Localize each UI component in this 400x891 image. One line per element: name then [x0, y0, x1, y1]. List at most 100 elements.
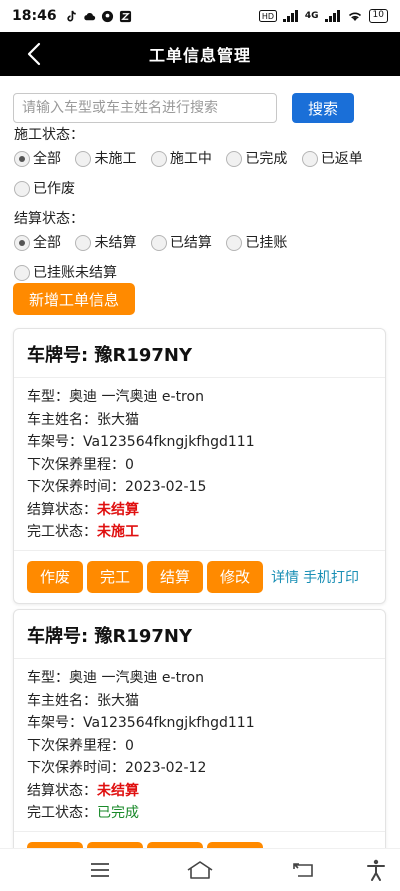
info-label: 结算状态： — [27, 501, 97, 518]
cloud-icon — [83, 12, 95, 20]
info-label: 车型： — [27, 389, 69, 405]
info-value: Va123564fkngjkfhgd111 — [83, 434, 255, 450]
radio-unchecked-icon — [301, 151, 318, 167]
page-title: 工单信息管理 — [148, 46, 251, 65]
card-actions: 作废 完工 结算 修改 详情 手机打印 — [14, 549, 385, 603]
info-label: 车架号： — [27, 715, 83, 731]
info-label: 下次保养时间： — [27, 760, 125, 776]
signal-icon — [324, 10, 340, 22]
info-value: Va123564fkngjkfhgd111 — [83, 715, 255, 731]
radio-unchecked-icon — [150, 235, 167, 251]
detail-link[interactable]: 详情 — [271, 567, 299, 587]
battery-icon: 10 — [368, 9, 388, 23]
status-badge: 未结算 — [97, 782, 139, 799]
radio-label: 已返单 — [320, 151, 363, 167]
radio-unchecked-icon — [75, 151, 92, 167]
radio-unchecked-icon — [14, 181, 30, 197]
notification-icons — [65, 10, 132, 23]
info-label: 车架号： — [27, 434, 83, 450]
back-button[interactable] — [20, 40, 48, 68]
info-label: 完工状态： — [27, 805, 97, 821]
search-bar: 搜索 — [13, 93, 389, 123]
construction-radio-completed[interactable]: 已完成 — [226, 146, 287, 172]
void-button[interactable]: 作废 — [27, 560, 84, 593]
settlement-radio-unsettled[interactable]: 未结算 — [75, 230, 136, 256]
radio-unchecked-icon — [14, 265, 30, 281]
card-title: 车牌号: 豫R197NY — [14, 329, 385, 378]
info-value: 张大猫 — [97, 411, 139, 428]
info-label: 结算状态： — [27, 782, 97, 799]
app-icon — [119, 10, 131, 22]
info-next-mileage: 下次保养里程：0 — [27, 735, 372, 758]
radio-label: 已作废 — [33, 181, 75, 197]
plate-value: 豫R197NY — [94, 626, 193, 647]
radio-unchecked-icon — [226, 151, 243, 167]
accessibility-icon — [367, 859, 385, 881]
info-value: 奥迪 一汽奥迪 e-tron — [69, 670, 204, 686]
info-model: 车型：奥迪 一汽奥迪 e-tron — [27, 386, 372, 409]
construction-radio-not-started[interactable]: 未施工 — [75, 146, 136, 172]
info-owner: 车主姓名：张大猫 — [27, 690, 372, 713]
plate-value: 豫R197NY — [94, 345, 193, 366]
home-icon — [187, 861, 213, 879]
status-badge: 未结算 — [97, 501, 139, 518]
chevron-left-icon — [27, 42, 41, 66]
accessibility-button[interactable] — [362, 857, 390, 883]
radio-label: 全部 — [33, 151, 61, 167]
construction-radio-in-progress[interactable]: 施工中 — [150, 146, 212, 172]
info-label: 车型： — [27, 670, 69, 686]
status-bar: 18:46 HD 4G 10 — [0, 0, 400, 32]
radio-unchecked-icon — [226, 235, 243, 251]
work-order-card: 车牌号: 豫R197NY 车型：奥迪 一汽奥迪 e-tron 车主姓名：张大猫 … — [13, 609, 386, 885]
menu-button[interactable] — [86, 857, 114, 883]
complete-button[interactable]: 完工 — [87, 560, 144, 593]
search-button[interactable]: 搜索 — [292, 93, 354, 123]
construction-radio-voided[interactable]: 已作废 — [14, 176, 75, 202]
network-label: 4G — [304, 11, 319, 21]
construction-status-label: 施工状态： — [14, 127, 84, 143]
pin-icon — [101, 10, 113, 22]
construction-radio-all[interactable]: 全部 — [14, 146, 61, 172]
card-body: 车型：奥迪 一汽奥迪 e-tron 车主姓名：张大猫 车架号：Va123564f… — [14, 378, 385, 544]
info-value: 张大猫 — [97, 692, 139, 709]
print-link[interactable]: 手机打印 — [303, 567, 359, 587]
back-icon — [293, 863, 313, 877]
info-value: 0 — [125, 456, 134, 473]
settlement-radio-all[interactable]: 全部 — [14, 230, 61, 256]
settlement-status-options: 全部 未结算 已结算 已挂账 已挂账未结算 — [14, 230, 394, 290]
system-back-button[interactable] — [290, 857, 318, 883]
construction-radio-returned[interactable]: 已返单 — [301, 146, 363, 172]
work-order-card: 车牌号: 豫R197NY 车型：奥迪 一汽奥迪 e-tron 车主姓名：张大猫 … — [13, 328, 386, 604]
status-badge: 已完成 — [97, 805, 139, 821]
construction-status-options: 全部 未施工 施工中 已完成 已返单 已作废 — [14, 146, 394, 206]
info-label: 完工状态： — [27, 524, 97, 540]
nav-bar: 工单信息管理 — [0, 32, 400, 76]
radio-checked-icon — [14, 151, 30, 167]
info-label: 下次保养里程： — [27, 737, 125, 754]
settlement-radio-settled[interactable]: 已结算 — [150, 230, 212, 256]
edit-button[interactable]: 修改 — [207, 560, 264, 593]
info-model: 车型：奥迪 一汽奥迪 e-tron — [27, 667, 372, 690]
plate-label: 车牌号: — [27, 345, 95, 366]
card-body: 车型：奥迪 一汽奥迪 e-tron 车主姓名：张大猫 车架号：Va123564f… — [14, 659, 385, 825]
settlement-radio-on-account[interactable]: 已挂账 — [226, 230, 287, 256]
radio-label: 已结算 — [169, 235, 212, 251]
info-next-mileage: 下次保养里程：0 — [27, 454, 372, 477]
add-work-order-button[interactable]: 新增工单信息 — [13, 283, 135, 315]
info-label: 下次保养时间： — [27, 479, 125, 495]
home-button[interactable] — [186, 857, 214, 883]
info-value: 2023-02-12 — [125, 760, 207, 776]
radio-label: 全部 — [33, 235, 61, 251]
radio-label: 未结算 — [94, 235, 137, 251]
hd-icon: HD — [258, 10, 277, 22]
info-label: 下次保养里程： — [27, 456, 125, 473]
info-next-time: 下次保养时间：2023-02-12 — [27, 757, 372, 780]
system-nav-bar — [0, 848, 400, 891]
info-finish-status: 完工状态：未施工 — [27, 521, 372, 544]
status-badge: 未施工 — [97, 524, 139, 540]
settle-button[interactable]: 结算 — [147, 560, 204, 593]
radio-label: 已挂账 — [245, 235, 288, 251]
radio-unchecked-icon — [150, 151, 167, 167]
svg-text:HD: HD — [262, 12, 274, 21]
search-input[interactable] — [13, 93, 277, 123]
